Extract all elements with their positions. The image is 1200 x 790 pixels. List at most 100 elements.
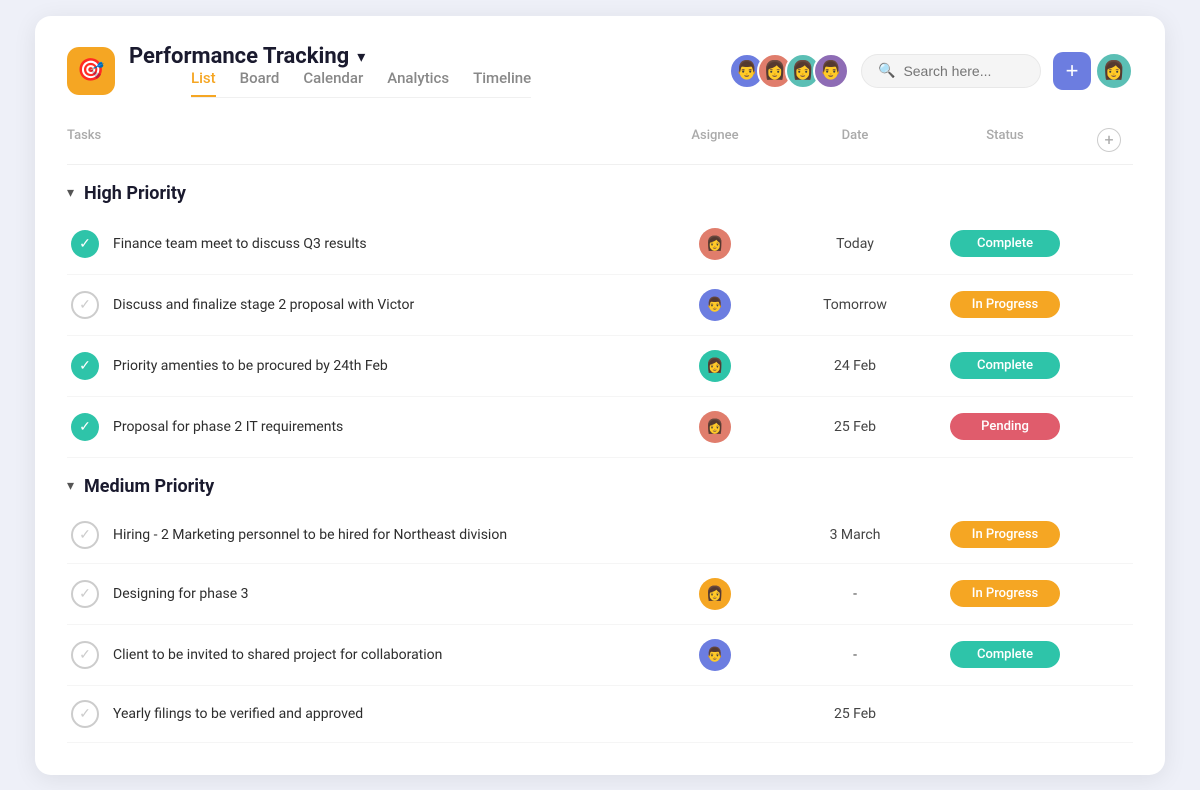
app-logo: 🎯 <box>67 47 115 95</box>
avatars-group: 👨 👩 👩 👨 <box>729 53 849 89</box>
assignee-avatar-2[interactable]: 👨 <box>699 289 731 321</box>
task-left-7: ✓ Client to be invited to shared project… <box>67 641 645 669</box>
task-name-4: Proposal for phase 2 IT requirements <box>113 419 343 435</box>
task-left-3: ✓ Priority amenties to be procured by 24… <box>67 352 645 380</box>
task-assignee-1: 👩 <box>645 228 785 260</box>
task-check-done-4[interactable]: ✓ <box>71 413 99 441</box>
task-status-6: In Progress <box>925 580 1085 607</box>
checkmark-icon: ✓ <box>79 647 91 663</box>
col-tasks-label: Tasks <box>67 128 645 152</box>
task-date-4: 25 Feb <box>785 419 925 435</box>
table-row: ✓ Hiring - 2 Marketing personnel to be h… <box>67 507 1133 564</box>
checkmark-icon: ✓ <box>79 236 91 252</box>
add-column-icon: + <box>1097 128 1121 152</box>
task-name-1: Finance team meet to discuss Q3 results <box>113 236 367 252</box>
section-medium-priority: ▾ Medium Priority ✓ Hiring - 2 Marketing… <box>67 458 1133 743</box>
col-assignee-label: Asignee <box>645 128 785 152</box>
section-medium-priority-title: Medium Priority <box>84 476 214 497</box>
header: 🎯 Performance Tracking ▾ List Board Cale… <box>67 44 1133 98</box>
task-check-undone-7[interactable]: ✓ <box>71 641 99 669</box>
task-status-5: In Progress <box>925 521 1085 548</box>
table-header: Tasks Asignee Date Status + <box>67 116 1133 165</box>
task-left-2: ✓ Discuss and finalize stage 2 proposal … <box>67 291 645 319</box>
header-right: 👨 👩 👩 👨 🔍 + 👩 <box>729 52 1133 90</box>
task-status-3: Complete <box>925 352 1085 379</box>
task-check-done-1[interactable]: ✓ <box>71 230 99 258</box>
task-assignee-7: 👨 <box>645 639 785 671</box>
task-name-5: Hiring - 2 Marketing personnel to be hir… <box>113 527 507 543</box>
title-area: Performance Tracking ▾ <box>129 44 531 69</box>
assignee-avatar-3[interactable]: 👩 <box>699 350 731 382</box>
status-badge-2: In Progress <box>950 291 1060 318</box>
checkmark-icon: ✓ <box>79 527 91 543</box>
task-date-2: Tomorrow <box>785 297 925 313</box>
task-check-undone-5[interactable]: ✓ <box>71 521 99 549</box>
tab-calendar[interactable]: Calendar <box>303 69 363 97</box>
assignee-avatar-1[interactable]: 👩 <box>699 228 731 260</box>
search-icon: 🔍 <box>878 63 895 79</box>
section-collapse-icon[interactable]: ▾ <box>67 478 74 494</box>
tab-list[interactable]: List <box>191 69 216 97</box>
task-name-8: Yearly filings to be verified and approv… <box>113 706 363 722</box>
assignee-avatar-6[interactable]: 👩 <box>699 578 731 610</box>
task-check-done-3[interactable]: ✓ <box>71 352 99 380</box>
avatar-user-4[interactable]: 👨 <box>813 53 849 89</box>
task-left-5: ✓ Hiring - 2 Marketing personnel to be h… <box>67 521 645 549</box>
task-left-8: ✓ Yearly filings to be verified and appr… <box>67 700 645 728</box>
app-container: 🎯 Performance Tracking ▾ List Board Cale… <box>35 16 1165 775</box>
section-collapse-icon[interactable]: ▾ <box>67 185 74 201</box>
col-date-label: Date <box>785 128 925 152</box>
task-date-5: 3 March <box>785 527 925 543</box>
section-high-priority-title: High Priority <box>84 183 186 204</box>
status-badge-3: Complete <box>950 352 1060 379</box>
task-left-6: ✓ Designing for phase 3 <box>67 580 645 608</box>
task-check-undone-6[interactable]: ✓ <box>71 580 99 608</box>
table-row: ✓ Discuss and finalize stage 2 proposal … <box>67 275 1133 336</box>
section-medium-priority-header: ▾ Medium Priority <box>67 458 1133 507</box>
tab-board[interactable]: Board <box>240 69 280 97</box>
status-badge-1: Complete <box>950 230 1060 257</box>
table-row: ✓ Priority amenties to be procured by 24… <box>67 336 1133 397</box>
assignee-avatar-4[interactable]: 👩 <box>699 411 731 443</box>
current-user-avatar[interactable]: 👩 <box>1095 52 1133 90</box>
status-badge-6: In Progress <box>950 580 1060 607</box>
task-name-7: Client to be invited to shared project f… <box>113 647 442 663</box>
task-status-7: Complete <box>925 641 1085 668</box>
task-date-7: - <box>785 647 925 663</box>
task-status-1: Complete <box>925 230 1085 257</box>
task-assignee-6: 👩 <box>645 578 785 610</box>
task-name-2: Discuss and finalize stage 2 proposal wi… <box>113 297 414 313</box>
task-name-3: Priority amenties to be procured by 24th… <box>113 358 388 374</box>
checkmark-icon: ✓ <box>79 358 91 374</box>
task-check-undone-8[interactable]: ✓ <box>71 700 99 728</box>
task-date-8: 25 Feb <box>785 706 925 722</box>
task-assignee-4: 👩 <box>645 411 785 443</box>
add-button[interactable]: + <box>1053 52 1091 90</box>
table-row: ✓ Proposal for phase 2 IT requirements 👩… <box>67 397 1133 458</box>
tab-timeline[interactable]: Timeline <box>473 69 531 97</box>
section-high-priority-header: ▾ High Priority <box>67 165 1133 214</box>
checkmark-icon: ✓ <box>79 419 91 435</box>
table-row: ✓ Yearly filings to be verified and appr… <box>67 686 1133 743</box>
tab-analytics[interactable]: Analytics <box>387 69 449 97</box>
table-row: ✓ Designing for phase 3 👩 - In Progress <box>67 564 1133 625</box>
checkmark-icon: ✓ <box>79 586 91 602</box>
task-left-4: ✓ Proposal for phase 2 IT requirements <box>67 413 645 441</box>
task-date-3: 24 Feb <box>785 358 925 374</box>
task-assignee-2: 👨 <box>645 289 785 321</box>
table-row: ✓ Client to be invited to shared project… <box>67 625 1133 686</box>
checkmark-icon: ✓ <box>79 706 91 722</box>
status-badge-5: In Progress <box>950 521 1060 548</box>
chevron-down-icon[interactable]: ▾ <box>357 47 365 66</box>
task-status-4: Pending <box>925 413 1085 440</box>
task-date-1: Today <box>785 236 925 252</box>
status-badge-4: Pending <box>950 413 1060 440</box>
search-box[interactable]: 🔍 <box>861 54 1041 88</box>
add-column-button[interactable]: + <box>1085 128 1133 152</box>
app-title: Performance Tracking <box>129 44 349 69</box>
col-status-label: Status <box>925 128 1085 152</box>
task-check-undone-2[interactable]: ✓ <box>71 291 99 319</box>
task-date-6: - <box>785 586 925 602</box>
search-input[interactable] <box>903 63 1024 79</box>
assignee-avatar-7[interactable]: 👨 <box>699 639 731 671</box>
